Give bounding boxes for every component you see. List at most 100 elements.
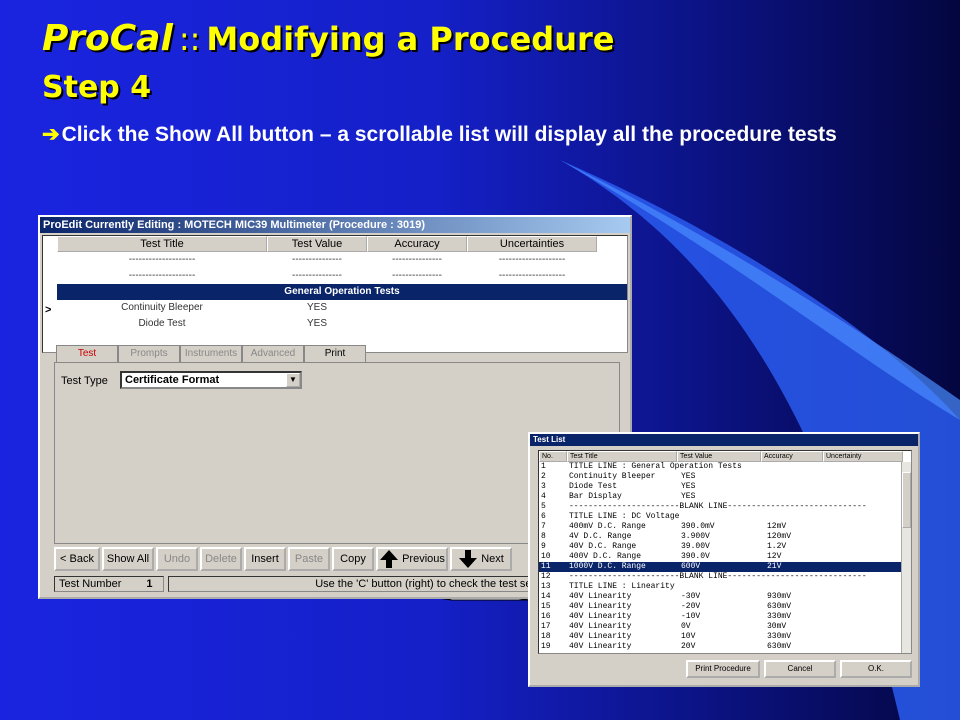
test-list-cell: 1.2V: [767, 542, 787, 551]
test-list-row[interactable]: 12 -----------------------BLANK LINE-----…: [539, 572, 911, 582]
col-test-value[interactable]: Test Value: [677, 451, 761, 462]
test-list-row[interactable]: 13 TITLE LINE : Linearity: [539, 582, 911, 592]
test-list-header: No. Test Title Test Value Accuracy Uncer…: [539, 451, 911, 462]
test-list-cell: [679, 502, 765, 512]
copy-button[interactable]: Copy: [332, 547, 374, 571]
row-pointer-icon: >: [45, 304, 52, 316]
scrollbar-thumb[interactable]: [902, 472, 911, 528]
col-test-value[interactable]: Test Value: [267, 236, 367, 252]
test-list-row[interactable]: 2 Continuity Bleeper YES: [539, 472, 911, 482]
test-list-cell: 9: [541, 542, 546, 551]
test-list-cell: 1: [541, 462, 546, 471]
test-list-cell: 40V Linearity: [569, 632, 632, 641]
arrow-down-icon: [459, 550, 478, 568]
test-list-cell: 40V Linearity: [569, 622, 632, 631]
test-list-cell: 16: [541, 612, 551, 621]
copy-label: Copy: [340, 553, 366, 565]
grid-row[interactable]: -------------------- --------------- ---…: [57, 268, 627, 284]
test-grid[interactable]: Test Title Test Value Accuracy Uncertain…: [42, 235, 628, 353]
grid-cell: ---------------: [392, 270, 442, 281]
grid-row[interactable]: -------------------- --------------- ---…: [57, 252, 627, 268]
test-list-row[interactable]: 18 40V Linearity 10V 330mV: [539, 632, 911, 642]
test-list-row[interactable]: 10 400V D.C. Range 390.0V 12V: [539, 552, 911, 562]
test-list-row[interactable]: 5 -----------------------BLANK LINE------…: [539, 502, 911, 512]
col-uncertainties[interactable]: Uncertainties: [467, 236, 597, 252]
grid-row[interactable]: Diode Test YES: [57, 316, 627, 332]
grid-row-selected[interactable]: General Operation Tests: [57, 284, 627, 300]
grid-cell: YES: [306, 318, 327, 329]
print-procedure-button[interactable]: Print Procedure: [686, 660, 760, 678]
test-list-row[interactable]: 9 40V D.C. Range 39.00V 1.2V: [539, 542, 911, 552]
test-list-cell: 400V D.C. Range: [569, 552, 642, 561]
paste-button[interactable]: Paste: [288, 547, 330, 571]
test-list[interactable]: No. Test Title Test Value Accuracy Uncer…: [538, 450, 912, 654]
dropdown-arrow-icon[interactable]: ▼: [286, 373, 300, 387]
test-list-cell: 10V: [681, 632, 696, 641]
test-list-cell: TITLE LINE : DC Voltage: [569, 512, 680, 521]
test-list-row[interactable]: 3 Diode Test YES: [539, 482, 911, 492]
col-test-title[interactable]: Test Title: [57, 236, 267, 252]
test-list-cell: 21V: [767, 562, 782, 571]
test-number-field: Test Number 1: [54, 576, 164, 592]
test-list-row[interactable]: 7 400mV D.C. Range 390.0mV 12mV: [539, 522, 911, 532]
test-list-cell: 30mV: [767, 622, 787, 631]
test-list-cell: [765, 512, 827, 522]
test-list-cell: [765, 582, 827, 592]
test-list-row[interactable]: 11 1000V D.C. Range 600V 21V: [539, 562, 911, 572]
test-list-cell: 4V D.C. Range: [569, 532, 632, 541]
test-list-row[interactable]: 4 Bar Display YES: [539, 492, 911, 502]
test-list-cell: 330mV: [767, 612, 792, 621]
ok-button[interactable]: O.K.: [840, 660, 912, 678]
test-list-cell: 8: [541, 532, 546, 541]
tab-prompts[interactable]: Prompts: [118, 345, 180, 362]
vertical-scrollbar[interactable]: [901, 462, 911, 653]
test-list-cell: [765, 492, 827, 502]
insert-button[interactable]: Insert: [244, 547, 286, 571]
test-list-cell: 20V: [681, 642, 696, 651]
test-list-cell: [765, 482, 827, 492]
undo-button[interactable]: Undo: [156, 547, 198, 571]
col-accuracy[interactable]: Accuracy: [761, 451, 823, 462]
tab-print[interactable]: Print: [304, 345, 366, 362]
test-list-row[interactable]: 8 4V D.C. Range 3.900V 120mV: [539, 532, 911, 542]
delete-button[interactable]: Delete: [200, 547, 242, 571]
test-type-select[interactable]: Certificate Format ▼: [120, 371, 302, 389]
test-list-row[interactable]: 1 TITLE LINE : General Operation Tests: [539, 462, 911, 472]
show-all-button[interactable]: Show All: [102, 547, 154, 571]
col-test-title[interactable]: Test Title: [567, 451, 677, 462]
tab-test[interactable]: Test: [56, 345, 118, 362]
back-button[interactable]: < Back: [54, 547, 100, 571]
cancel-button[interactable]: Cancel: [764, 660, 836, 678]
arrow-up-icon: [380, 550, 399, 568]
col-no[interactable]: No.: [539, 451, 567, 462]
test-list-cell: -20V: [681, 602, 701, 611]
col-accuracy[interactable]: Accuracy: [367, 236, 467, 252]
test-list-cell: Bar Display: [569, 492, 622, 501]
grid-cell: ---------------: [292, 270, 342, 281]
test-list-cell: [679, 572, 765, 582]
test-list-row[interactable]: 6 TITLE LINE : DC Voltage: [539, 512, 911, 522]
test-list-row[interactable]: 16 40V Linearity -10V 330mV: [539, 612, 911, 622]
tab-strip: Test Prompts Instruments Advanced Print: [56, 345, 366, 362]
test-list-row[interactable]: 17 40V Linearity 0V 30mV: [539, 622, 911, 632]
col-uncertainty[interactable]: Uncertainty: [823, 451, 903, 462]
test-list-row[interactable]: 14 40V Linearity -30V 930mV: [539, 592, 911, 602]
test-list-cell: [679, 462, 765, 472]
test-list-cell: -----------------------BLANK LINE-------…: [569, 572, 867, 581]
test-list-row[interactable]: 15 40V Linearity -20V 630mV: [539, 602, 911, 612]
next-button[interactable]: Next: [450, 547, 512, 571]
test-list-cell: [765, 472, 827, 482]
test-list-cell: 120mV: [767, 532, 792, 541]
test-list-cell: 12mV: [767, 522, 787, 531]
grid-row[interactable]: Continuity Bleeper YES: [57, 300, 627, 316]
tab-instruments[interactable]: Instruments: [180, 345, 242, 362]
previous-button[interactable]: Previous: [376, 547, 448, 571]
test-list-cell: [765, 462, 827, 472]
test-list-cell: 12V: [767, 552, 782, 561]
test-list-row[interactable]: 19 40V Linearity 20V 630mV: [539, 642, 911, 652]
tab-advanced[interactable]: Advanced: [242, 345, 304, 362]
test-list-cell: 17: [541, 622, 551, 631]
test-list-cell: 14: [541, 592, 551, 601]
test-list-cell: 390.0V: [681, 552, 710, 561]
test-list-cell: 330mV: [767, 632, 792, 641]
